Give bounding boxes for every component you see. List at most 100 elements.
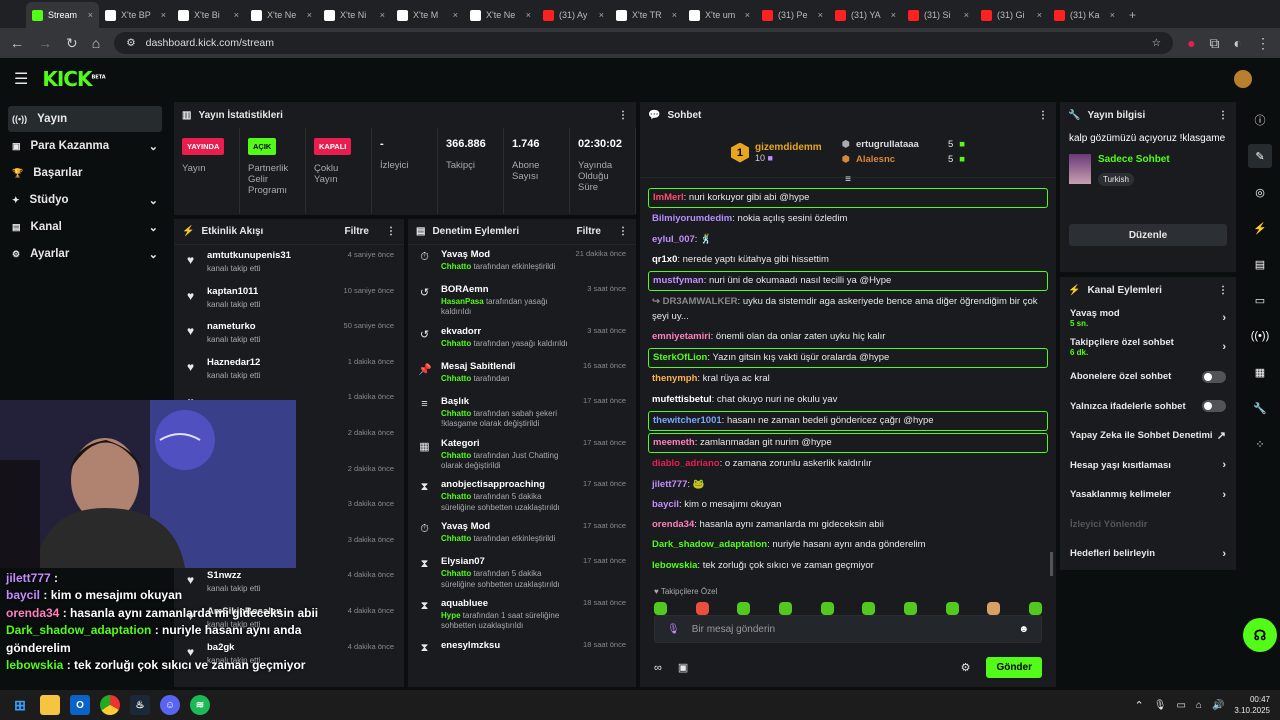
moderation-actor[interactable]: Chhatto: [441, 569, 471, 578]
chat-username[interactable]: Bilmiyorumdedim: [652, 213, 732, 224]
toggle-switch[interactable]: [1202, 370, 1226, 383]
pencil-icon[interactable]: ✎: [1248, 144, 1272, 168]
browser-tab[interactable]: X'te M ×: [391, 2, 464, 28]
chrome-icon[interactable]: [100, 695, 120, 715]
activity-user[interactable]: Haznedar12: [207, 357, 338, 368]
home-icon[interactable]: ⌂: [92, 35, 100, 51]
close-tab-icon[interactable]: ×: [1037, 10, 1042, 20]
emote-icon[interactable]: [945, 602, 959, 615]
close-tab-icon[interactable]: ×: [672, 10, 677, 20]
chat-username[interactable]: emniyetamiri: [652, 331, 711, 342]
chat-username[interactable]: lmMerl: [653, 192, 684, 203]
chat-username[interactable]: diablo_adriano: [652, 458, 720, 469]
menu-dots-icon[interactable]: ⋮: [1256, 35, 1270, 52]
moderation-title[interactable]: BORAemn: [441, 284, 577, 295]
browser-tab[interactable]: (31) Ka ×: [1048, 2, 1121, 28]
chat-username[interactable]: thenymph: [652, 373, 697, 384]
dots-icon[interactable]: ⁘: [1248, 432, 1272, 456]
info-icon[interactable]: ⓘ: [1248, 108, 1272, 132]
moderation-title[interactable]: enesylmzksu: [441, 640, 573, 651]
target-icon[interactable]: ◎: [1248, 180, 1272, 204]
emoji-icon[interactable]: ☻: [1018, 624, 1029, 635]
volume-tray-icon[interactable]: 🔊: [1212, 700, 1224, 711]
moderation-title[interactable]: aquabluee: [441, 598, 573, 609]
chat-input[interactable]: 🎙 Bir mesaj gönderin ☻: [654, 615, 1042, 643]
moderation-actor[interactable]: Chhatto: [441, 262, 471, 271]
emote-icon[interactable]: [737, 602, 751, 615]
support-button[interactable]: ☊: [1243, 618, 1277, 652]
edit-button[interactable]: Düzenle: [1069, 224, 1227, 246]
url-bar[interactable]: ⚙ dashboard.kick.com/stream ☆: [114, 32, 1174, 54]
emote-icon[interactable]: [862, 602, 876, 615]
chat-username[interactable]: meemeth: [653, 437, 695, 448]
emote-icon[interactable]: [987, 602, 1001, 615]
hamburger-icon[interactable]: ☰: [14, 69, 28, 89]
menu-dots-icon[interactable]: ⋮: [1218, 110, 1228, 121]
activity-user[interactable]: nameturko: [207, 321, 334, 332]
close-tab-icon[interactable]: ×: [891, 10, 896, 20]
activity-user[interactable]: amtutkunupenis31: [207, 250, 338, 261]
close-tab-icon[interactable]: ×: [307, 10, 312, 20]
calendar-icon[interactable]: ▦: [1248, 360, 1272, 384]
menu-dots-icon[interactable]: ⋮: [1038, 110, 1048, 121]
browser-tab[interactable]: X'te Ni ×: [318, 2, 391, 28]
moderation-actor[interactable]: HasanPasa: [441, 297, 484, 306]
bookmark-star-icon[interactable]: ☆: [1152, 37, 1161, 49]
close-tab-icon[interactable]: ×: [88, 10, 93, 20]
browser-tab[interactable]: X'te Ne ×: [245, 2, 318, 28]
chat-icon[interactable]: ▭: [1248, 288, 1272, 312]
chat-username[interactable]: mufettisbetul: [652, 394, 712, 405]
broadcast-icon[interactable]: ((•)): [1248, 324, 1272, 348]
moderation-actor[interactable]: Chhatto: [441, 492, 471, 501]
new-tab-icon[interactable]: +: [1129, 8, 1136, 22]
back-icon[interactable]: ←: [10, 35, 24, 51]
emote-icon[interactable]: [1028, 602, 1042, 615]
moderation-actor[interactable]: Chhatto: [441, 339, 471, 348]
browser-tab[interactable]: X'te um ×: [683, 2, 756, 28]
moderation-actor[interactable]: Chhatto: [441, 374, 471, 383]
chat-username[interactable]: baycil: [652, 499, 679, 510]
site-info-icon[interactable]: ⚙: [126, 37, 135, 49]
close-tab-icon[interactable]: ×: [599, 10, 604, 20]
network-tray-icon[interactable]: ⌂: [1196, 700, 1202, 711]
file-explorer-icon[interactable]: [40, 695, 60, 715]
moderation-title[interactable]: Yavaş Mod: [441, 521, 573, 532]
leader-name[interactable]: ertugrullataaa: [856, 138, 942, 153]
display-tray-icon[interactable]: ▭: [1176, 700, 1185, 711]
chat-username[interactable]: thewitcher1001: [653, 415, 722, 426]
emote-icon[interactable]: [903, 602, 917, 615]
chat-username[interactable]: Dark_shadow_adaptation: [652, 539, 767, 550]
close-tab-icon[interactable]: ×: [380, 10, 385, 20]
outlook-icon[interactable]: O: [70, 695, 90, 715]
leader-name[interactable]: Alalesnc: [856, 153, 942, 168]
close-tab-icon[interactable]: ×: [745, 10, 750, 20]
chat-username[interactable]: qr1x0: [652, 254, 677, 265]
store-icon[interactable]: ▣: [678, 661, 688, 674]
filter-button[interactable]: Filtre: [577, 226, 601, 237]
moderation-title[interactable]: ekvadorr: [441, 326, 577, 337]
wrench-icon[interactable]: 🔧: [1248, 396, 1272, 420]
browser-tab[interactable]: X'te TR ×: [610, 2, 683, 28]
channel-action-item[interactable]: Yapay Zeka ile Sohbet Denetimi ↗: [1060, 421, 1236, 451]
channel-action-item[interactable]: Takipçilere özel sohbet 6 dk. ›: [1060, 333, 1236, 363]
points-icon[interactable]: ∞: [654, 662, 662, 674]
moderation-title[interactable]: Kategori: [441, 438, 573, 449]
forward-icon[interactable]: →: [38, 35, 52, 51]
spotify-icon[interactable]: ≋: [190, 695, 210, 715]
clock[interactable]: 00:47 3.10.2025: [1234, 694, 1270, 716]
kick-logo[interactable]: KICKBETA: [42, 67, 105, 91]
chat-username[interactable]: mustfyman: [653, 275, 704, 286]
browser-tab[interactable]: (31) YA ×: [829, 2, 902, 28]
channel-action-item[interactable]: Abonelere özel sohbet: [1060, 362, 1236, 392]
microphone-tray-icon[interactable]: 🎙: [1154, 700, 1167, 711]
extension-icon[interactable]: ●: [1187, 35, 1195, 51]
browser-tab[interactable]: Stream ×: [26, 2, 99, 28]
steam-icon[interactable]: ♨: [130, 695, 150, 715]
sidebar-item-3[interactable]: ✦ Stüdyo ⌄: [8, 187, 162, 213]
close-tab-icon[interactable]: ×: [234, 10, 239, 20]
document-icon[interactable]: ▤: [1248, 252, 1272, 276]
close-tab-icon[interactable]: ×: [964, 10, 969, 20]
chat-username[interactable]: SterkOfLion: [653, 352, 707, 363]
browser-tab[interactable]: (31) Ay ×: [537, 2, 610, 28]
moderation-title[interactable]: Başlık: [441, 396, 573, 407]
